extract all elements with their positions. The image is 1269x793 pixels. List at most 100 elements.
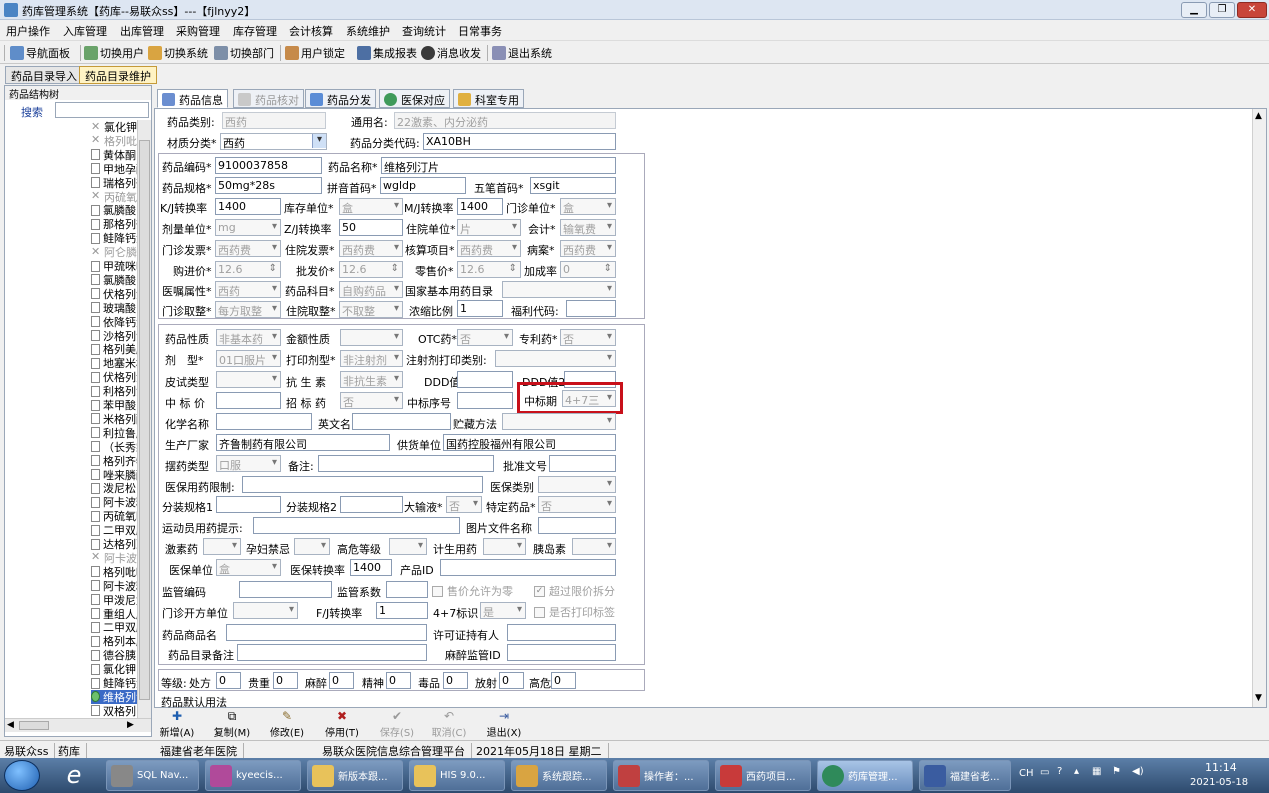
nature-select[interactable]: 非基本药 bbox=[216, 329, 281, 346]
disable-button[interactable]: ✖ 停用(T) bbox=[322, 710, 362, 740]
start-button[interactable] bbox=[4, 760, 40, 791]
tree-hscrollbar[interactable]: ◀ ▶ bbox=[5, 718, 151, 732]
minimize-button[interactable]: ▁ bbox=[1181, 2, 1207, 18]
level-precious-field[interactable]: 0 bbox=[273, 672, 298, 689]
insurlimit-field[interactable] bbox=[242, 476, 483, 493]
tree-node[interactable]: 苯甲酸 bbox=[91, 398, 137, 412]
athlete-field[interactable] bbox=[253, 517, 460, 534]
pid-field[interactable] bbox=[440, 559, 616, 576]
tree-node[interactable]: ✕ 氯化钾 bbox=[91, 120, 137, 135]
trade-field[interactable] bbox=[226, 624, 427, 641]
scroll-left-icon[interactable]: ◀ bbox=[7, 720, 14, 730]
doseunit-select[interactable]: mg bbox=[215, 219, 281, 236]
tree-node[interactable]: 泼尼松 bbox=[91, 481, 137, 495]
print-label-checkbox[interactable]: 是否打印标签 bbox=[534, 604, 615, 620]
menu-query[interactable]: 查询统计 bbox=[402, 23, 446, 39]
scroll-up-icon[interactable]: ▲ bbox=[1255, 111, 1262, 121]
menu-purchase[interactable]: 采购管理 bbox=[176, 23, 220, 39]
tab-catalog-maintain[interactable]: 药品目录维护 bbox=[79, 66, 157, 84]
allow-zero-checkbox[interactable]: 售价允许为零 bbox=[432, 583, 513, 599]
tree-node[interactable]: 地塞米松 bbox=[91, 356, 137, 370]
tree-node[interactable]: 唑来膦酸 bbox=[91, 468, 137, 482]
narcid-field[interactable] bbox=[507, 644, 616, 661]
family-select[interactable] bbox=[483, 538, 526, 555]
tree-node[interactable]: 瑞格列奈 bbox=[91, 176, 137, 190]
insunit-select[interactable]: 盒 bbox=[216, 559, 281, 576]
alert-select[interactable] bbox=[389, 538, 427, 555]
approval-field[interactable] bbox=[549, 455, 616, 472]
menu-outbound[interactable]: 出库管理 bbox=[120, 23, 164, 39]
tree-node[interactable]: ✕阿卡波糖 bbox=[91, 551, 137, 565]
name-field[interactable]: 维格列汀片 bbox=[381, 157, 616, 174]
tree-node[interactable]: 氯化钾 bbox=[91, 662, 137, 676]
scroll-down-icon[interactable]: ▼ bbox=[1255, 693, 1262, 703]
tree-node[interactable]: 格列吡嗪 bbox=[91, 565, 137, 579]
taskbar-sqlnav[interactable]: SQL Nav... bbox=[106, 760, 199, 791]
tree-node[interactable]: 伏格列波糖 bbox=[91, 287, 137, 301]
taskbar-fujian[interactable]: 福建省老... bbox=[919, 760, 1011, 791]
supcoef-field[interactable] bbox=[386, 581, 428, 598]
opunit-select[interactable]: 盒 bbox=[560, 198, 616, 215]
tree-node[interactable]: 德谷胰岛素 bbox=[91, 648, 137, 662]
reports-button[interactable]: 集成报表 bbox=[357, 45, 417, 61]
image-field[interactable] bbox=[538, 517, 616, 534]
amount-select[interactable] bbox=[340, 329, 403, 346]
tree-node[interactable]: 甲泼尼龙 bbox=[91, 593, 137, 607]
taskbar-systrace[interactable]: 系统跟踪... bbox=[511, 760, 607, 791]
wubi-field[interactable]: xsgit bbox=[530, 177, 616, 194]
level-rx-field[interactable]: 0 bbox=[216, 672, 241, 689]
menu-stock[interactable]: 库存管理 bbox=[233, 23, 277, 39]
help-icon[interactable]: ? bbox=[1057, 766, 1062, 777]
injprint-select[interactable] bbox=[495, 350, 616, 367]
taskbar-yaoku[interactable]: 药库管理... bbox=[817, 760, 913, 791]
menu-inbound[interactable]: 入库管理 bbox=[63, 23, 107, 39]
special-select[interactable]: 否 bbox=[538, 496, 616, 513]
scroll-right-icon[interactable]: ▶ bbox=[127, 720, 134, 730]
switch-system-button[interactable]: 切换系统 bbox=[148, 45, 208, 61]
opunit2-select[interactable] bbox=[233, 602, 298, 619]
form-scrollbar[interactable]: ▲ ▼ bbox=[1252, 109, 1266, 707]
supplier-field[interactable]: 国药控股福州有限公司 bbox=[443, 434, 616, 451]
taskbar-operator[interactable]: 操作者：... bbox=[613, 760, 709, 791]
preg-select[interactable] bbox=[294, 538, 330, 555]
antibiotic-select[interactable]: 非抗生素 bbox=[340, 371, 403, 388]
ratio-field[interactable]: 1 bbox=[457, 300, 503, 317]
tree-node[interactable]: 伏格列波糖 bbox=[91, 370, 137, 384]
level-radio-field[interactable]: 0 bbox=[499, 672, 524, 689]
level-psych-field[interactable]: 0 bbox=[386, 672, 411, 689]
tree-node[interactable]: 维格列汀 bbox=[91, 689, 137, 704]
retail-field[interactable]: 12.6 bbox=[457, 261, 521, 278]
tree-node[interactable]: 甲巯咪唑 bbox=[91, 259, 137, 273]
material-select[interactable]: 西药 bbox=[220, 133, 327, 150]
messages-button[interactable]: 消息收发 bbox=[421, 45, 481, 61]
bidmed-select[interactable]: 否 bbox=[340, 392, 403, 409]
maker-field[interactable]: 齐鲁制药有限公司 bbox=[216, 434, 390, 451]
tree-node[interactable]: 利格列汀 bbox=[91, 384, 137, 398]
case-select[interactable]: 西药费 bbox=[560, 240, 616, 257]
tree-node[interactable]: ✕格列吡嗪 bbox=[91, 134, 137, 148]
audit-select[interactable]: 西药费 bbox=[457, 240, 521, 257]
tree-node[interactable]: 氯膦酸 bbox=[91, 273, 137, 287]
chem-field[interactable] bbox=[216, 413, 312, 430]
search-input[interactable] bbox=[55, 102, 149, 118]
printform-select[interactable]: 非注射剂 bbox=[340, 350, 403, 367]
display-select[interactable]: 口服 bbox=[216, 455, 281, 472]
maximize-button[interactable]: ❐ bbox=[1209, 2, 1235, 18]
ie-icon[interactable]: e bbox=[52, 761, 96, 791]
tab-drug-check[interactable]: 药品核对 bbox=[233, 89, 304, 108]
catnote-field[interactable] bbox=[237, 644, 427, 661]
tree-scroll-thumb[interactable] bbox=[139, 140, 150, 700]
tree-hscroll-thumb[interactable] bbox=[19, 721, 49, 730]
tab-department-only[interactable]: 科室专用 bbox=[453, 89, 524, 108]
inunit-select[interactable]: 片 bbox=[457, 219, 521, 236]
close-button[interactable]: ✕ bbox=[1237, 2, 1267, 18]
tree-node[interactable]: 氯膦酸 bbox=[91, 203, 137, 217]
tree-node[interactable]: 甲地孕酮 bbox=[91, 162, 137, 176]
classcode-field[interactable]: XA10BH bbox=[423, 133, 616, 150]
keyboard-icon[interactable]: ▭ bbox=[1040, 767, 1049, 778]
exit-system-button[interactable]: 退出系统 bbox=[492, 45, 552, 61]
flag47-select[interactable]: 是 bbox=[480, 602, 526, 619]
spec-field[interactable]: 50mg*28s bbox=[215, 177, 322, 194]
insulin-select[interactable] bbox=[572, 538, 616, 555]
storage-select[interactable] bbox=[502, 413, 616, 430]
